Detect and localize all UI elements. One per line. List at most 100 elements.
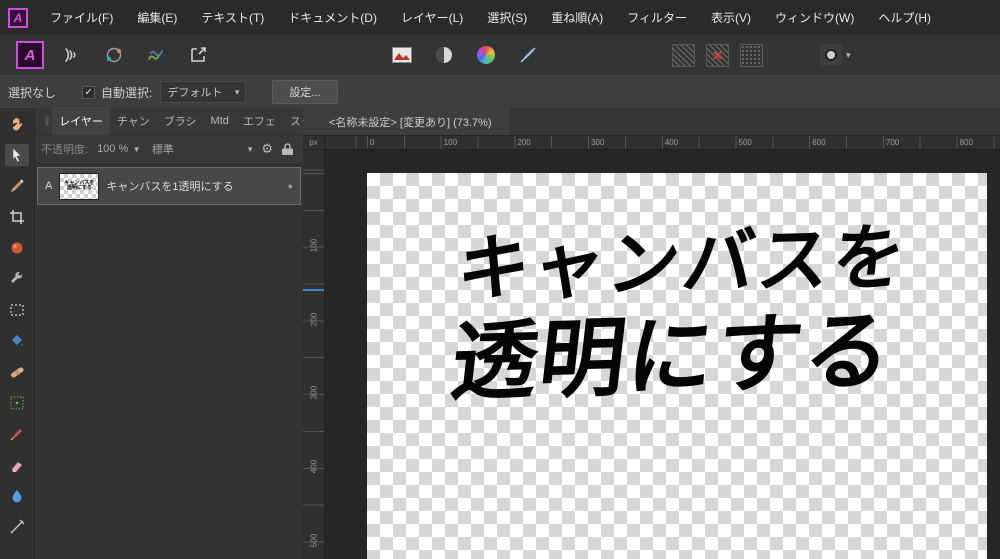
opacity-row: 不透明度: 100 % ▾ 標準 ▾ ⚙: [35, 135, 303, 164]
menu-filter[interactable]: フィルター: [615, 0, 699, 35]
menu-edit[interactable]: 編集(E): [125, 0, 189, 35]
menu-bar: A ファイル(F) 編集(E) テキスト(T) ドキュメント(D) レイヤー(L…: [0, 0, 1000, 35]
ruler-unit: px: [303, 136, 325, 150]
vruler-label: 200: [310, 308, 319, 330]
main-area: || レイヤー チャン ブラシ Mtd エフェ スタイ ≡ 不透明度: 100 …: [0, 108, 1000, 559]
canvas-viewport[interactable]: キャンバスを 透明にする: [325, 150, 1000, 559]
brush-disabled-icon[interactable]: [514, 41, 542, 69]
flood-fill-tool[interactable]: [5, 330, 29, 352]
vruler-label: 100: [310, 235, 319, 257]
settings-button[interactable]: 設定...: [272, 80, 337, 104]
export-persona-icon[interactable]: [184, 41, 212, 69]
quick-mask-dropdown-button[interactable]: ▾: [820, 44, 851, 66]
auto-select-label: 自動選択:: [101, 84, 152, 101]
hruler-label: 200: [514, 138, 530, 147]
chevron-down-icon: ▾: [846, 50, 851, 61]
marquee-tool[interactable]: [5, 299, 29, 321]
quick-mask-icon: [820, 44, 842, 66]
contrast-icon[interactable]: [430, 41, 458, 69]
layer-list: A キャンバスを 透明にする キャンバスを1透明にする ●: [35, 164, 303, 559]
canvas-artwork-text: キャンバスを 透明にする: [442, 222, 912, 406]
tone-mapping-persona-icon[interactable]: [142, 41, 170, 69]
assistant-image-icon[interactable]: [388, 41, 416, 69]
tab-layers[interactable]: レイヤー: [52, 107, 110, 135]
auto-select-checkbox[interactable]: ✓: [82, 86, 95, 99]
crop-tool[interactable]: [5, 206, 29, 228]
layer-thumbnail: キャンバスを 透明にする: [59, 173, 99, 200]
layer-row[interactable]: A キャンバスを 透明にする キャンバスを1透明にする ●: [37, 167, 301, 205]
retouch-wrench-tool[interactable]: [5, 268, 29, 290]
tools-panel: [0, 108, 34, 559]
document-tab[interactable]: <名称未設定> [変更あり] (73.7%): [303, 108, 510, 135]
document-tab-bar: <名称未設定> [変更あり] (73.7%): [303, 108, 1000, 136]
menu-view[interactable]: 表示(V): [699, 0, 763, 35]
selection-status: 選択なし: [8, 84, 56, 101]
snapping-disabled-icon[interactable]: ×: [706, 44, 729, 67]
vertical-ruler: 100 200 300 400 500: [303, 150, 325, 559]
tab-channels[interactable]: チャン: [110, 107, 157, 135]
chevron-down-icon: ▾: [248, 144, 253, 155]
panel-tab-bar: || レイヤー チャン ブラシ Mtd エフェ スタイ ≡: [35, 108, 303, 135]
menu-select[interactable]: 選択(S): [475, 0, 539, 35]
snapping-option-icon[interactable]: [672, 44, 695, 67]
fill-ball-tool[interactable]: [5, 237, 29, 259]
menu-help[interactable]: ヘルプ(H): [866, 0, 943, 35]
main-toolbar: A: [0, 35, 1000, 75]
pen-knife-tool[interactable]: [5, 175, 29, 197]
blend-mode-value: 標準: [152, 141, 242, 157]
lock-icon[interactable]: [282, 143, 293, 155]
layer-settings-gear-icon[interactable]: ⚙: [261, 141, 273, 157]
layer-visibility-toggle[interactable]: ●: [288, 181, 293, 191]
vruler-label: 300: [310, 382, 319, 404]
tab-metadata[interactable]: Mtd: [204, 109, 236, 133]
tab-effects[interactable]: エフェ: [236, 107, 283, 135]
cursor-position-marker: [303, 289, 325, 291]
hruler-label: 800: [957, 138, 973, 147]
eraser-tool[interactable]: [5, 454, 29, 476]
opacity-value: 100 %: [97, 143, 128, 155]
menu-window[interactable]: ウィンドウ(W): [763, 0, 866, 35]
vruler-label: 500: [310, 529, 319, 551]
clone-needle-tool[interactable]: [5, 516, 29, 538]
chevron-down-icon: ▾: [235, 87, 240, 98]
healing-tool[interactable]: [5, 361, 29, 383]
chevron-down-icon: ▾: [134, 144, 139, 155]
blend-mode-dropdown[interactable]: 標準 ▾: [148, 139, 257, 159]
layer-name: キャンバスを1透明にする: [106, 178, 233, 194]
develop-persona-icon[interactable]: [100, 41, 128, 69]
paint-brush-tool[interactable]: [5, 423, 29, 445]
dodge-drop-tool[interactable]: [5, 485, 29, 507]
canvas-document[interactable]: キャンバスを 透明にする: [367, 173, 987, 559]
hruler-label: 500: [736, 138, 752, 147]
preset-value: デフォルト: [167, 84, 226, 100]
menu-text[interactable]: テキスト(T): [189, 0, 276, 35]
preset-dropdown[interactable]: デフォルト ▾: [160, 81, 246, 103]
opacity-dropdown[interactable]: 100 % ▾: [93, 141, 143, 157]
photo-persona-button[interactable]: A: [16, 41, 44, 69]
menu-layer[interactable]: レイヤー(L): [389, 0, 475, 35]
move-tool[interactable]: [5, 144, 29, 166]
hruler-label: 400: [662, 138, 678, 147]
hruler-label: 0: [367, 138, 374, 147]
document-area: <名称未設定> [変更あり] (73.7%) px 0 100 200 300 …: [303, 108, 1000, 559]
horizontal-ruler: 0 100 200 300 400 500 600 700 800: [325, 136, 1000, 150]
hruler-label: 600: [809, 138, 825, 147]
context-toolbar: 選択なし ✓ 自動選択: デフォルト ▾ 設定...: [0, 75, 1000, 108]
app-window: A ファイル(F) 編集(E) テキスト(T) ドキュメント(D) レイヤー(L…: [0, 0, 1000, 559]
hruler-label: 700: [883, 138, 899, 147]
tab-brushes[interactable]: ブラシ: [157, 107, 204, 135]
menu-document[interactable]: ドキュメント(D): [276, 0, 389, 35]
layer-badge: A: [45, 180, 52, 192]
hruler-label: 300: [588, 138, 604, 147]
menu-arrange[interactable]: 重ね順(A): [539, 0, 615, 35]
panel-drag-handle[interactable]: ||: [45, 116, 48, 127]
snapping-candidates-icon[interactable]: [740, 44, 763, 67]
menu-file[interactable]: ファイル(F): [38, 0, 125, 35]
color-wheel-icon[interactable]: [472, 41, 500, 69]
opacity-label: 不透明度:: [41, 141, 88, 157]
mesh-grid-tool[interactable]: [5, 392, 29, 414]
vruler-label: 400: [310, 456, 319, 478]
view-hand-tool[interactable]: [5, 113, 29, 135]
liquify-persona-icon[interactable]: [58, 41, 86, 69]
layers-panel: || レイヤー チャン ブラシ Mtd エフェ スタイ ≡ 不透明度: 100 …: [34, 108, 303, 559]
